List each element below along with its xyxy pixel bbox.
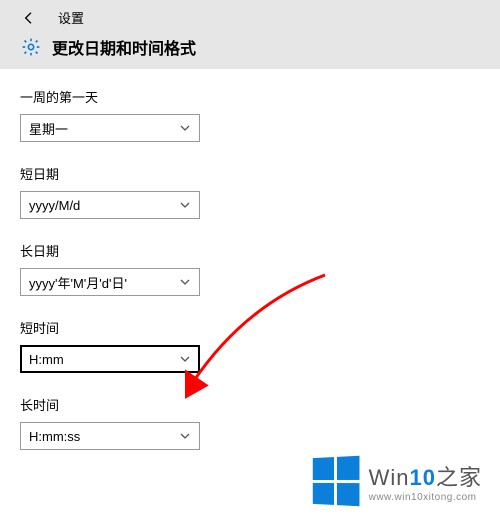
chevron-down-icon (179, 430, 191, 442)
dropdown-value: H:mm:ss (29, 429, 80, 444)
label-short-time: 短时间 (20, 318, 480, 337)
dropdown-first-day[interactable]: 星期一 (20, 114, 200, 142)
chevron-down-icon (179, 276, 191, 288)
label-long-time: 长时间 (20, 395, 480, 414)
watermark: Win10之家 www.win10xitong.com (311, 457, 482, 505)
dropdown-value: H:mm (29, 352, 64, 367)
dropdown-short-date[interactable]: yyyy/M/d (20, 191, 200, 219)
label-long-date: 长日期 (20, 241, 480, 260)
watermark-brand: Win10之家 (369, 460, 482, 492)
page-title: 更改日期和时间格式 (52, 35, 196, 59)
arrow-left-icon (21, 10, 37, 26)
dropdown-short-time[interactable]: H:mm (20, 345, 200, 373)
header-app-label: 设置 (58, 8, 84, 27)
field-short-date: 短日期 yyyy/M/d (20, 164, 480, 219)
field-long-time: 长时间 H:mm:ss (20, 395, 480, 450)
dropdown-long-time[interactable]: H:mm:ss (20, 422, 200, 450)
chevron-down-icon (179, 199, 191, 211)
header: 设置 更改日期和时间格式 (0, 0, 500, 69)
field-long-date: 长日期 yyyy'年'M'月'd'日' (20, 241, 480, 296)
label-first-day: 一周的第一天 (20, 87, 480, 106)
dropdown-value: yyyy/M/d (29, 198, 80, 213)
chevron-down-icon (179, 353, 191, 365)
back-button[interactable] (20, 9, 38, 27)
content-area: 一周的第一天 星期一 短日期 yyyy/M/d 长日期 yyyy'年'M'月'd… (0, 69, 500, 490)
field-short-time: 短时间 H:mm (20, 318, 480, 373)
field-first-day: 一周的第一天 星期一 (20, 87, 480, 142)
windows-logo-icon (312, 456, 359, 506)
label-short-date: 短日期 (20, 164, 480, 183)
dropdown-long-date[interactable]: yyyy'年'M'月'd'日' (20, 268, 200, 296)
watermark-url: www.win10xitong.com (369, 492, 482, 503)
dropdown-value: 星期一 (29, 119, 68, 138)
chevron-down-icon (179, 122, 191, 134)
dropdown-value: yyyy'年'M'月'd'日' (29, 273, 127, 292)
gear-icon (20, 36, 42, 58)
